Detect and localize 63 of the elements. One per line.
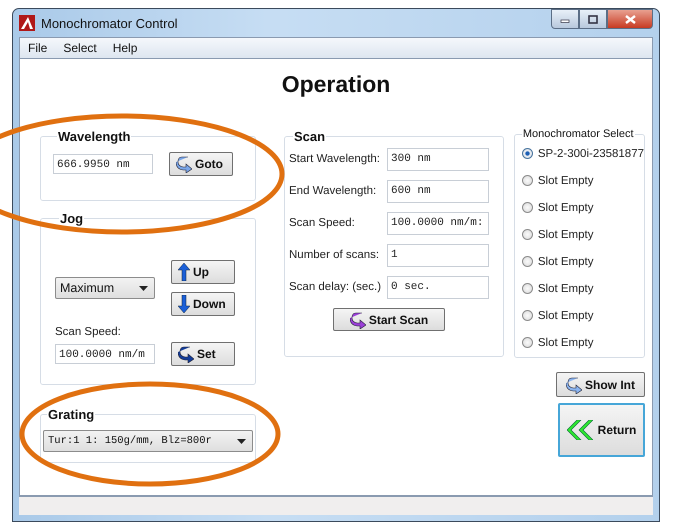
option-label: SP-2-300i-23581877 [538, 148, 644, 160]
input-field[interactable]: 1 [387, 244, 489, 266]
input-field[interactable]: 300 nm [387, 148, 489, 170]
field-label: Scan Speed: [55, 326, 122, 338]
restore-icon [588, 14, 598, 24]
group-title: Monochromator Select [522, 128, 635, 140]
group-title: Grating [47, 407, 96, 422]
radio-button[interactable] [522, 310, 533, 321]
group-title: Jog [59, 211, 84, 226]
return-button[interactable]: Return [558, 403, 645, 457]
radio-button[interactable] [522, 229, 533, 240]
field-label: Scan delay: (sec.) [289, 281, 382, 293]
curved-arrow-icon [178, 345, 194, 363]
option-label: Slot Empty [538, 336, 594, 348]
curved-arrow-icon [350, 310, 366, 328]
option-label: Slot Empty [538, 282, 594, 294]
down-arrow-icon [178, 295, 190, 313]
radio-button[interactable] [522, 337, 533, 348]
caret-icon [237, 438, 246, 444]
up-arrow-icon [178, 263, 190, 281]
up-button[interactable]: Up [171, 260, 235, 284]
input-field[interactable]: 600 nm [387, 180, 489, 202]
radio-button[interactable] [522, 202, 533, 213]
radio-button[interactable] [522, 256, 533, 267]
option-label: Slot Empty [538, 202, 594, 214]
window-title: Monochromator Control [41, 16, 178, 30]
app-logo-icon [19, 15, 35, 31]
caret-icon [139, 286, 148, 290]
field-label: Scan Speed: [289, 217, 355, 229]
close-button[interactable] [607, 9, 653, 29]
radio-button[interactable] [522, 283, 533, 294]
set-button[interactable]: Set [171, 342, 235, 366]
input-field[interactable]: 100.0000 nm/m: [387, 212, 489, 234]
option-label: Slot Empty [538, 256, 594, 268]
input-field[interactable]: 100.0000 nm/m [55, 344, 155, 364]
close-icon [624, 14, 636, 24]
field-label: Number of scans: [289, 249, 380, 261]
group-title: Scan [293, 129, 326, 144]
menu-item[interactable]: Help [104, 41, 146, 55]
maximize-button[interactable] [579, 9, 607, 29]
goto-button[interactable]: Goto [169, 152, 233, 176]
page-heading: Operation [280, 70, 392, 99]
field-label: Start Wavelength: [289, 153, 380, 165]
input-field[interactable]: 666.9950 nm [53, 154, 153, 174]
group-title: Wavelength [57, 129, 132, 144]
dropdown[interactable]: Maximum [55, 277, 155, 299]
curved-arrow-icon [566, 376, 582, 394]
option-label: Slot Empty [538, 310, 594, 322]
input-field[interactable]: 0 sec. [387, 276, 489, 298]
option-label: Slot Empty [538, 228, 594, 240]
double-chevron-icon [566, 420, 593, 440]
down-button[interactable]: Down [171, 292, 235, 316]
radio-button[interactable] [522, 175, 533, 186]
menu-item[interactable]: File [20, 41, 56, 55]
menu-item[interactable]: Select [55, 41, 105, 55]
dropdown[interactable]: Tur:1 1: 150g/mm, Blz=800r [43, 430, 253, 452]
field-label: End Wavelength: [289, 185, 376, 197]
curved-arrow-icon [176, 155, 192, 173]
option-label: Slot Empty [538, 174, 594, 186]
show-int-button[interactable]: Show Int [556, 372, 645, 397]
start-scan-button[interactable]: Start Scan [333, 308, 445, 331]
radio-button[interactable] [522, 148, 533, 159]
minimize-button[interactable] [551, 9, 579, 29]
